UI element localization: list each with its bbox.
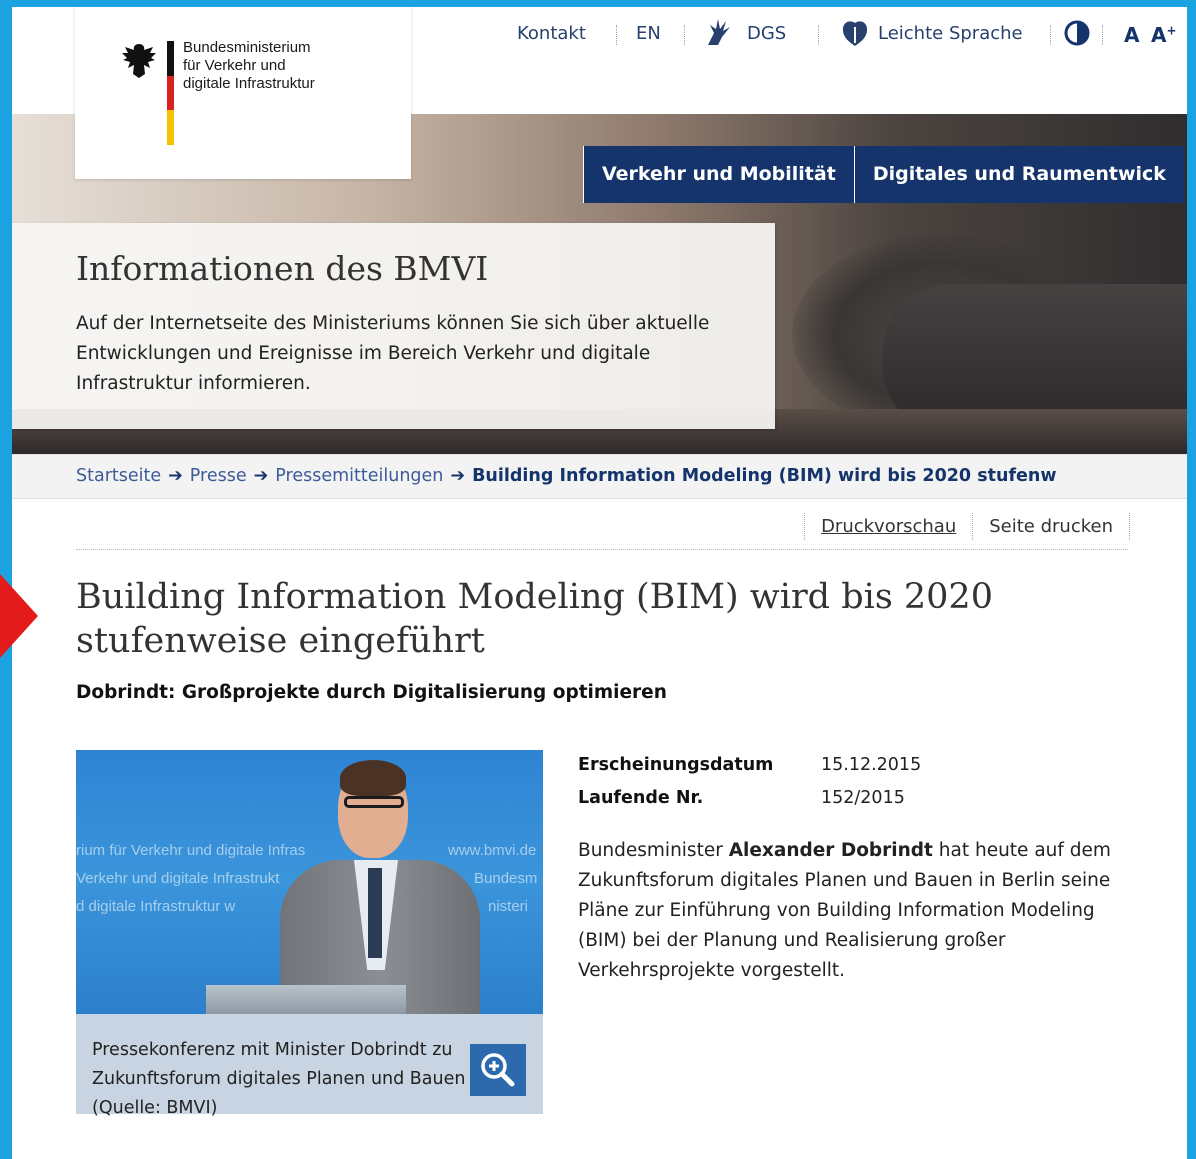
arrow-right-icon: ➔ (253, 466, 269, 486)
article-meta: Erscheinungsdatum 15.12.2015 Laufende Nr.… (578, 749, 921, 815)
font-size-large-label: A (1151, 23, 1167, 47)
meta-value: 15.12.2015 (821, 755, 922, 775)
separator (684, 25, 685, 45)
separator (1050, 25, 1051, 45)
intro-text: Auf der Internetseite des Ministeriums k… (76, 313, 710, 394)
photo-watermark: rium für Verkehr und digitale Infras (76, 842, 306, 859)
print-page-link[interactable]: Seite drucken (973, 513, 1130, 540)
zoom-in-icon (481, 1053, 515, 1087)
contrast-toggle-icon[interactable] (1064, 20, 1090, 51)
meta-row: Laufende Nr. 152/2015 (578, 782, 921, 815)
breadcrumb-startseite[interactable]: Startseite (76, 466, 161, 486)
lead-text: hat heute auf dem Zukunftsforum digitale… (578, 840, 1111, 981)
language-en-link[interactable]: EN (636, 23, 661, 44)
ministry-name: Bundesministerium für Verkehr und digita… (183, 39, 315, 93)
meta-row: Erscheinungsdatum 15.12.2015 (578, 749, 921, 782)
photo-watermark: nisteri (488, 898, 529, 915)
photo-watermark: Verkehr und digitale Infrastrukt (76, 870, 280, 887)
intro-title: Informationen des BMVI (76, 249, 489, 288)
arrow-right-icon: ➔ (450, 466, 466, 486)
easy-language-link[interactable]: Leichte Sprache (878, 23, 1023, 44)
breadcrumb-pressemitteilungen[interactable]: Pressemitteilungen (275, 466, 443, 486)
separator (818, 25, 819, 45)
article-subtitle: Dobrindt: Großprojekte durch Digitalisie… (76, 682, 667, 703)
meta-label: Erscheinungsdatum (578, 755, 774, 775)
nav-item-verkehr[interactable]: Verkehr und Mobilität (583, 146, 854, 203)
breadcrumb-current: Building Information Modeling (BIM) wird… (472, 466, 1057, 486)
contact-link[interactable]: Kontakt (517, 23, 586, 44)
federal-eagle-icon (119, 41, 159, 85)
lead-name: Alexander Dobrindt (728, 840, 933, 861)
dgs-link[interactable]: DGS (747, 23, 786, 44)
nav-item-digitales[interactable]: Digitales und Raumentwick (853, 146, 1184, 203)
meta-value: 152/2015 (821, 788, 905, 808)
divider (76, 549, 1128, 550)
photo-person-glasses (344, 796, 404, 808)
arrow-right-icon: ➔ (168, 466, 183, 486)
separator (1102, 25, 1103, 45)
easy-language-icon[interactable] (840, 19, 870, 52)
separator (616, 25, 617, 45)
main-navigation: Verkehr und Mobilität Digitales und Raum… (583, 146, 1184, 203)
sign-language-icon[interactable] (704, 17, 732, 52)
page-title: Building Information Modeling (BIM) wird… (76, 577, 993, 661)
ministry-logo[interactable]: Bundesministerium für Verkehr und digita… (75, 7, 411, 179)
photo-watermark: Bundesm (474, 870, 538, 887)
logo-line: für Verkehr und (183, 57, 286, 74)
breadcrumb: Startseite ➔ Presse ➔ Pressemitteilungen ➔ Bui… (12, 454, 1187, 499)
lead-text: Bundesminister (578, 840, 729, 861)
meta-label: Laufende Nr. (578, 788, 704, 808)
font-plus-sign: + (1166, 23, 1177, 38)
photo-person-hair (340, 760, 406, 796)
logo-line: digitale Infrastruktur (183, 75, 315, 92)
font-size-large-button[interactable]: A+ (1151, 23, 1177, 47)
window-edge (1187, 7, 1196, 1159)
red-pointer-arrow (0, 574, 38, 658)
zoom-button[interactable] (470, 1044, 526, 1096)
photo-podium (206, 985, 406, 1014)
photo-caption: Pressekonferenz mit Minister Dobrindt zu… (92, 1040, 466, 1118)
font-size-normal-button[interactable]: A (1124, 23, 1139, 47)
article-lead: Bundesminister Alexander Dobrindt hat he… (578, 836, 1138, 986)
german-flag-bar (167, 41, 174, 145)
article-figure: rium für Verkehr und digitale Infras Ver… (76, 750, 543, 1118)
page-tools: Druckvorschau Seite drucken (804, 513, 1130, 540)
press-photo[interactable]: rium für Verkehr und digitale Infras Ver… (76, 750, 543, 1014)
print-preview-link[interactable]: Druckvorschau (804, 513, 974, 540)
photo-watermark: d digitale Infrastruktur w (76, 898, 236, 915)
logo-line: Bundesministerium (183, 39, 311, 56)
photo-watermark: www.bmvi.de (448, 842, 537, 859)
photo-person-tie (368, 868, 382, 958)
breadcrumb-presse[interactable]: Presse (190, 466, 247, 486)
browser-viewport: Kontakt EN DGS Leichte Sprache A A+ Bund… (12, 7, 1187, 1159)
intro-box: Informationen des BMVI Auf der Internets… (12, 223, 775, 429)
